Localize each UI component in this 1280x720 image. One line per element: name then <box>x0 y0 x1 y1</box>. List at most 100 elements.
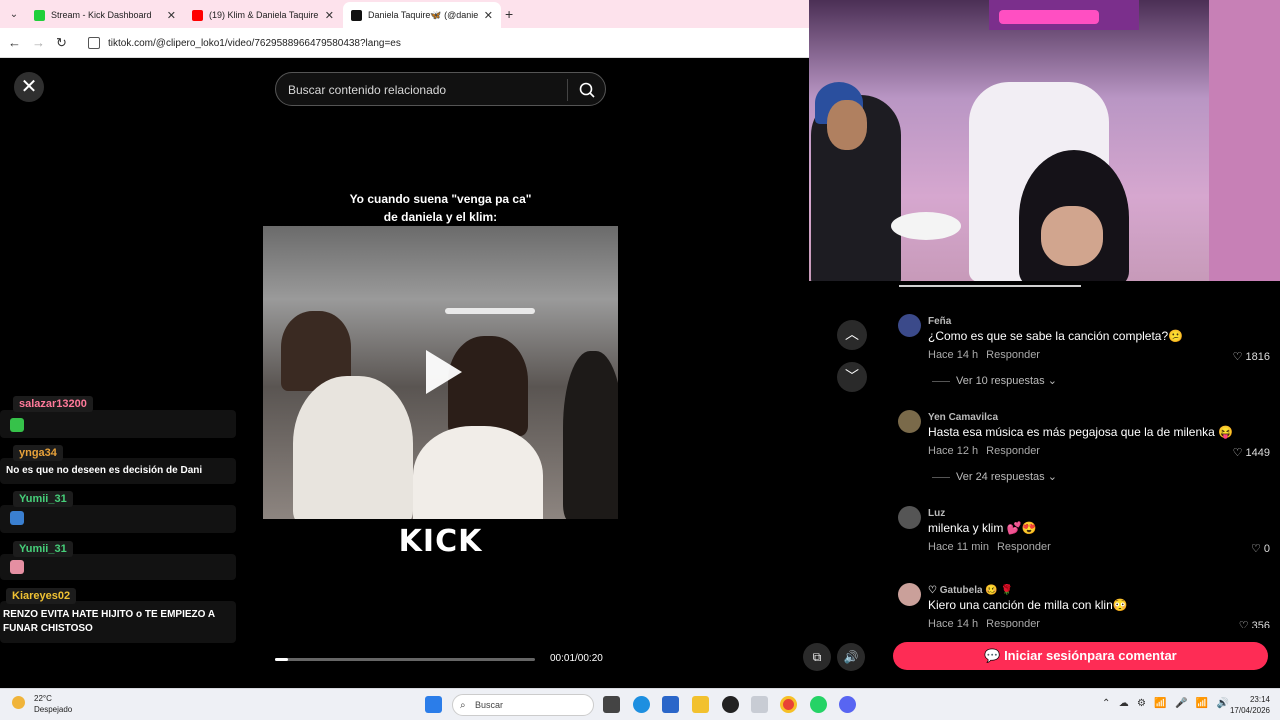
video-player[interactable]: Yo cuando suena "venga pa ca" de daniela… <box>263 58 618 688</box>
close-tab-icon[interactable]: ✕ <box>325 9 334 22</box>
browser-tab-strip: ⌄ Stream - Kick Dashboard ✕ (19) Klim & … <box>0 0 809 28</box>
person-shape <box>293 376 413 519</box>
emote-icon <box>10 511 24 525</box>
login-label: Iniciar sesiónpara comentar <box>1004 648 1177 663</box>
play-icon[interactable] <box>426 350 462 394</box>
edge-icon[interactable] <box>633 696 650 713</box>
reply-button[interactable]: Responder <box>986 618 1040 628</box>
next-video-icon[interactable]: ﹀ <box>837 362 867 392</box>
avatar[interactable] <box>898 314 921 337</box>
plate-shape <box>891 212 961 240</box>
like-count: 0 <box>1263 543 1270 555</box>
avatar[interactable] <box>898 410 921 433</box>
clock-time: 23:14 <box>1249 695 1270 704</box>
tab-kick-dashboard[interactable]: Stream - Kick Dashboard ✕ <box>26 4 184 26</box>
file-explorer-icon[interactable] <box>692 696 709 713</box>
taskbar-clock[interactable]: 23:14 17/04/2026 <box>1226 694 1270 716</box>
comment-author[interactable]: Yen Camavilca <box>928 412 998 423</box>
like-count: 1449 <box>1245 447 1270 459</box>
chat-username[interactable]: Yumii_31 <box>13 491 73 507</box>
tab-search-icon[interactable]: ⌄ <box>6 7 22 23</box>
chat-username[interactable]: Yumii_31 <box>13 541 73 557</box>
progress-bar[interactable] <box>275 658 535 661</box>
previous-video-icon[interactable]: ︿ <box>837 320 867 350</box>
chat-message <box>0 505 236 533</box>
tab-title: (19) Klim & Daniela Taquire - V <box>209 10 319 20</box>
neon-light <box>999 10 1099 24</box>
address-bar[interactable]: tiktok.com/@clipero_loko1/video/76295889… <box>80 32 809 54</box>
like-button[interactable]: ♡ 356 <box>1239 619 1270 628</box>
person-shape <box>413 426 543 519</box>
person-shape <box>563 351 618 519</box>
browser-toolbar: ← → ↻ tiktok.com/@clipero_loko1/video/76… <box>0 28 809 58</box>
chat-message <box>0 410 236 438</box>
whatsapp-icon[interactable] <box>810 696 827 713</box>
car-light <box>445 308 535 314</box>
login-to-comment-button[interactable]: 💬 Iniciar sesiónpara comentar <box>893 642 1268 670</box>
screen: ⌄ Stream - Kick Dashboard ✕ (19) Klim & … <box>0 0 1280 720</box>
reply-button[interactable]: Responder <box>986 349 1040 361</box>
comment-author[interactable]: ♡ Gatubela 🥴 🌹 <box>928 585 1013 596</box>
comment-time: Hace 14 h <box>928 349 979 361</box>
like-count: 356 <box>1251 620 1270 628</box>
taskbar-search[interactable]: ⌕ Buscar <box>452 694 594 716</box>
view-replies-button[interactable]: Ver 10 respuestas ⌄ <box>932 374 1057 387</box>
like-button[interactable]: ♡ 1449 <box>1233 446 1270 459</box>
chrome-icon[interactable] <box>780 696 797 713</box>
search-icon[interactable] <box>577 80 597 100</box>
tab-title: Daniela Taquire🦋 (@danielata <box>368 9 478 20</box>
close-tab-icon[interactable]: ✕ <box>167 9 176 22</box>
discord-icon[interactable] <box>839 696 856 713</box>
close-tab-icon[interactable]: ✕ <box>484 9 493 22</box>
like-button[interactable]: ♡ 0 <box>1251 542 1270 555</box>
back-icon[interactable]: ← <box>8 35 21 50</box>
kick-favicon-icon <box>34 9 45 21</box>
store-icon[interactable] <box>662 696 679 713</box>
app-icon[interactable] <box>722 696 739 713</box>
system-tray[interactable]: ⌃ ☁ ⚙ 📶 🎤 📶 🔊 <box>1102 698 1229 709</box>
tab-youtube[interactable]: (19) Klim & Daniela Taquire - V ✕ <box>184 4 342 26</box>
forward-icon[interactable]: → <box>32 35 45 50</box>
reload-icon[interactable]: ↻ <box>56 35 67 51</box>
view-replies-button[interactable]: Ver 24 respuestas ⌄ <box>932 470 1057 483</box>
taskbar-search-label: Buscar <box>475 700 504 710</box>
reply-button[interactable]: Responder <box>997 541 1051 553</box>
comment-author[interactable]: Feña <box>928 316 951 327</box>
comment-author[interactable]: Luz <box>928 508 945 519</box>
tab-indicator <box>899 285 1081 287</box>
chat-text: RENZO EVITA HATE HIJITO o TE EMPIEZO A F… <box>3 609 215 634</box>
pip-icon[interactable]: ⧉ <box>803 643 831 671</box>
comment-time: Hace 14 h <box>928 618 979 628</box>
comment-text: ¿Como es que se sabe la canción completa… <box>928 329 1184 343</box>
webcam-overlay <box>809 0 1280 281</box>
comment-time: Hace 12 h <box>928 445 979 457</box>
comment-time: Hace 11 min <box>928 541 989 553</box>
search-input[interactable]: Buscar contenido relacionado <box>275 72 606 106</box>
windows-start-icon[interactable] <box>425 696 442 713</box>
video-caption: Yo cuando suena "venga pa ca" de daniela… <box>263 190 618 226</box>
wall-panel <box>1209 0 1280 281</box>
chat-username[interactable]: salazar13200 <box>13 396 93 412</box>
chat-message: No es que no deseen es decisión de Dani <box>0 458 236 484</box>
site-info-icon[interactable] <box>88 37 100 49</box>
tiktok-favicon-icon <box>351 9 362 21</box>
chat-username[interactable]: ynga34 <box>13 445 63 461</box>
moon-icon <box>12 696 25 709</box>
avatar[interactable] <box>898 506 921 529</box>
comment-text: milenka y klim 💕😍 <box>928 521 1037 535</box>
chat-username[interactable]: Kiareyes02 <box>6 588 77 604</box>
task-view-icon[interactable] <box>603 696 620 713</box>
comment-meta: Hace 11 min Responder <box>928 541 1051 553</box>
like-button[interactable]: ♡ 1816 <box>1233 350 1270 363</box>
app-icon[interactable] <box>751 696 768 713</box>
volume-icon[interactable]: 🔊 <box>837 643 865 671</box>
avatar[interactable] <box>898 583 921 606</box>
youtube-favicon-icon <box>192 9 203 21</box>
reply-button[interactable]: Responder <box>986 445 1040 457</box>
comment-item: ♡ Gatubela 🥴 🌹 Kiero una canción de mill… <box>898 583 1278 628</box>
new-tab-icon[interactable]: + <box>505 6 513 22</box>
tab-title: Stream - Kick Dashboard <box>51 10 152 20</box>
tab-tiktok[interactable]: Daniela Taquire🦋 (@danielata ✕ <box>343 2 501 28</box>
close-icon[interactable]: ✕ <box>14 72 44 102</box>
comment-meta: Hace 14 h Responder <box>928 349 1040 361</box>
